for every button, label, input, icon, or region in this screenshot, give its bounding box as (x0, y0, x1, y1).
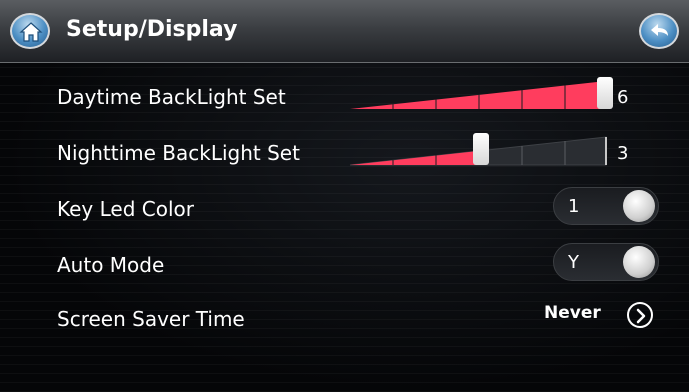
page-title: Setup/Display (66, 17, 238, 42)
key-led-color-toggle[interactable]: 1 (553, 187, 659, 225)
back-button[interactable] (639, 13, 679, 49)
toggle-knob[interactable] (623, 190, 655, 222)
key-led-color-label: Key Led Color (57, 197, 194, 221)
settings-panel: Daytime BackLight Set 6 Nighttime BackLi… (0, 63, 689, 392)
nighttime-backlight-slider[interactable] (348, 133, 608, 171)
screen-saver-row: Screen Saver Time Never (0, 293, 689, 349)
key-led-color-row: Key Led Color 1 (0, 183, 689, 239)
key-led-color-value: 1 (568, 196, 580, 217)
chevron-right-icon (636, 308, 646, 324)
daytime-backlight-thumb[interactable] (597, 77, 613, 109)
home-icon (19, 22, 43, 42)
nighttime-backlight-label: Nighttime BackLight Set (57, 141, 300, 165)
daytime-backlight-value: 6 (617, 87, 629, 108)
screen: Setup/Display Daytime BackLight Set 6 Ni… (0, 0, 689, 392)
back-arrow-icon (651, 24, 668, 36)
toggle-knob[interactable] (623, 246, 655, 278)
auto-mode-row: Auto Mode Y (0, 239, 689, 295)
nighttime-backlight-value: 3 (617, 143, 629, 164)
auto-mode-value: Y (568, 252, 579, 273)
daytime-backlight-row: Daytime BackLight Set 6 (0, 71, 689, 127)
auto-mode-toggle[interactable]: Y (553, 243, 659, 281)
home-button[interactable] (10, 13, 50, 49)
auto-mode-label: Auto Mode (57, 253, 165, 277)
title-bar: Setup/Display (0, 0, 689, 63)
daytime-backlight-track (350, 81, 606, 109)
screen-saver-value: Never (544, 303, 601, 323)
nighttime-backlight-row: Nighttime BackLight Set 3 (0, 127, 689, 183)
screen-saver-label: Screen Saver Time (57, 307, 245, 331)
nighttime-backlight-thumb[interactable] (473, 133, 489, 165)
chevron-right-circle-icon[interactable] (627, 302, 653, 328)
daytime-backlight-slider[interactable] (348, 77, 613, 115)
daytime-backlight-label: Daytime BackLight Set (57, 85, 286, 109)
